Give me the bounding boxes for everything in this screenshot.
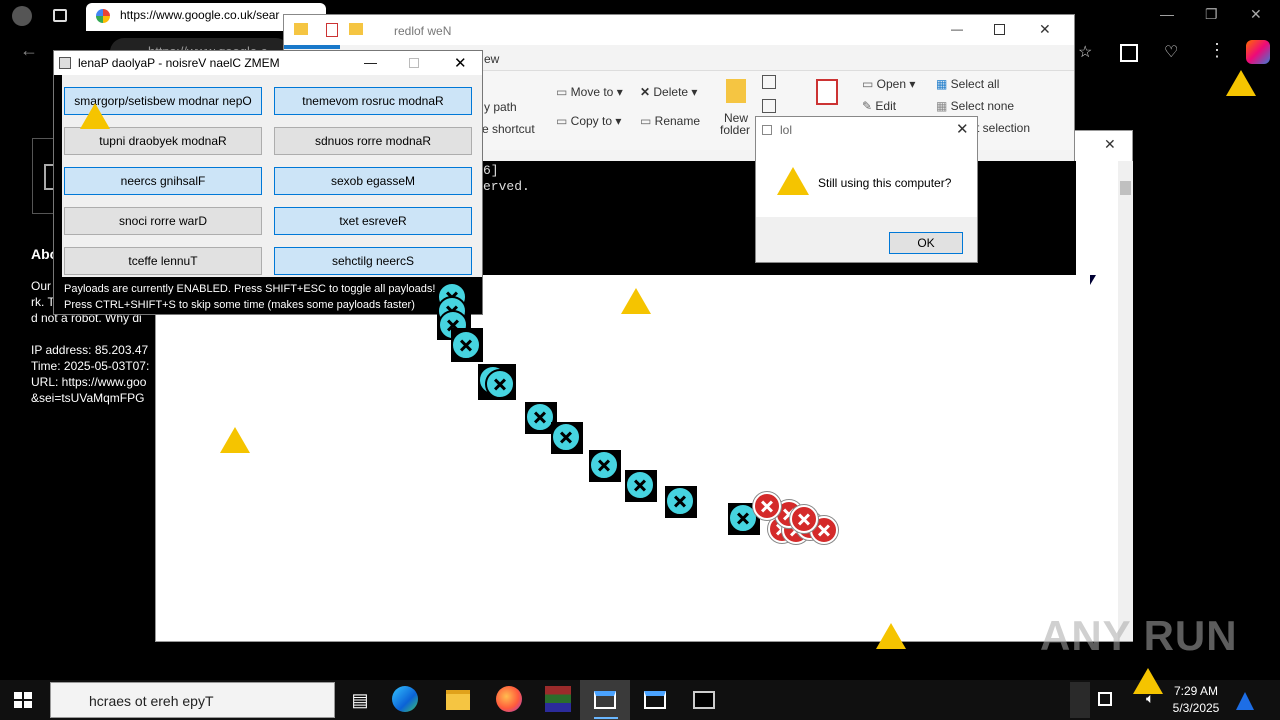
edge-icon[interactable]: [392, 686, 432, 716]
warning-icon: [621, 288, 651, 314]
warning-icon: [80, 103, 110, 129]
app-window-icon[interactable]: [594, 686, 634, 716]
start-windows-icon: [22, 692, 24, 708]
firefox-icon[interactable]: [496, 686, 536, 716]
warning-icon: [876, 623, 906, 649]
network-icon[interactable]: [1098, 692, 1112, 706]
warning-icon: [220, 427, 250, 453]
error-icon: [451, 330, 481, 360]
show-hidden-icons[interactable]: [1070, 682, 1090, 718]
taskbar-underline: [594, 717, 618, 719]
warning-icon: [1133, 668, 1163, 694]
terminal-icon[interactable]: [693, 686, 733, 716]
error-icon: [551, 422, 581, 452]
error-icon: [589, 450, 619, 480]
error-icon: [625, 470, 655, 500]
task-view-icon[interactable]: ▤: [340, 686, 380, 716]
search-placeholder: hcraes ot ereh epyT: [89, 693, 214, 709]
winrar-icon[interactable]: [545, 686, 585, 716]
taskbar-search-input[interactable]: hcraes ot ereh epyT: [50, 682, 335, 718]
error-icon-red: [753, 492, 781, 520]
file-explorer-icon[interactable]: [446, 686, 486, 716]
clock-time: 7:29 AM: [1173, 684, 1219, 698]
app-window-icon[interactable]: [644, 686, 684, 716]
clock[interactable]: 7:29 AM 5/3/2025: [1165, 683, 1227, 717]
error-icon: [485, 369, 515, 399]
error-icon: [665, 486, 695, 516]
clock-date: 5/3/2025: [1172, 701, 1220, 715]
anyrun-watermark: ANY RUN: [1040, 612, 1238, 659]
error-icon-trail: [0, 0, 1280, 680]
error-icon-red: [790, 505, 818, 533]
